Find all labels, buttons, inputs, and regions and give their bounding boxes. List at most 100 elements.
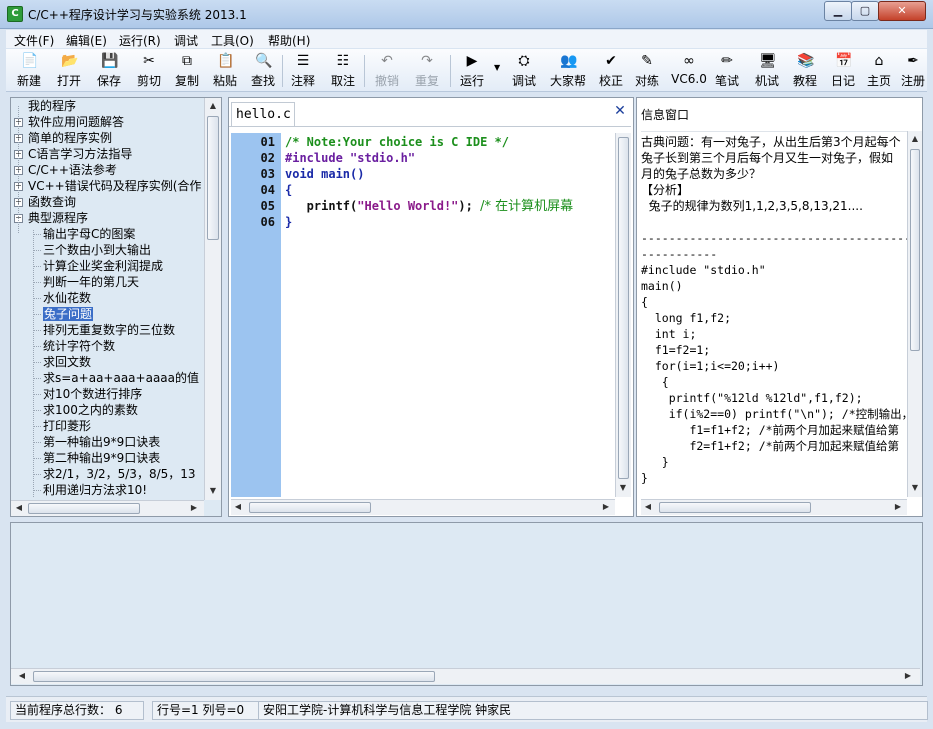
menu-edit[interactable]: 编辑(E)	[66, 32, 107, 49]
menu-help[interactable]: 帮助(H)	[268, 32, 310, 49]
tree-hscroll-thumb[interactable]	[28, 503, 140, 514]
scroll-left-arrow-icon[interactable]: ◀	[15, 669, 29, 683]
toolbar-people-button[interactable]: 👥 大家帮	[546, 50, 590, 90]
tree-connector	[34, 394, 42, 395]
undo-icon: ↶	[381, 53, 393, 69]
toolbar-pen-button[interactable]: ✏ 笔试	[712, 50, 742, 90]
close-tab-icon[interactable]: ✕	[613, 104, 627, 118]
tree-node-text: 第二种输出9*9口诀表	[43, 450, 160, 466]
editor-tab-hello[interactable]: hello.c	[231, 102, 295, 127]
tree-node-text: 对10个数进行排序	[43, 386, 142, 402]
toolbar-home-button[interactable]: ⌂ 主页	[864, 50, 894, 90]
tree-node-text: 简单的程序实例	[28, 130, 112, 146]
scroll-down-arrow-icon[interactable]: ▼	[206, 484, 220, 498]
status-total-lines: 当前程序总行数： 6	[10, 701, 144, 720]
toolbar-copy-button[interactable]: ⧉ 复制	[170, 50, 204, 90]
close-button[interactable]: ✕	[878, 1, 926, 21]
home-icon: ⌂	[874, 53, 884, 69]
scroll-right-arrow-icon[interactable]: ▶	[187, 501, 201, 515]
info-window-title: 信息窗口	[641, 108, 690, 122]
info-line: {	[641, 375, 669, 389]
tree-node-label: 求回文数	[43, 355, 92, 369]
scroll-left-arrow-icon[interactable]: ◀	[231, 500, 245, 514]
menu-debug[interactable]: 调试	[174, 32, 198, 49]
window-title: C/C++程序设计学习与实验系统 2013.1	[28, 8, 247, 22]
tree-horizontal-scrollbar[interactable]: ◀ ▶	[11, 500, 204, 516]
info-text[interactable]: 古典问题：有一对兔子，从出生后第3个月起每个 兔子长到第三个月后每个月又生一对兔子…	[641, 131, 911, 498]
tree-node-text: C/C++语法参考	[28, 162, 117, 178]
toolbar-check-button[interactable]: ✔ 校正	[596, 50, 626, 90]
toolbar-run-button[interactable]: ▶ 运行	[454, 50, 490, 90]
toolbar-open-folder-button[interactable]: 📂 打开	[52, 50, 86, 90]
editor-scroll-thumb[interactable]	[618, 137, 629, 479]
tree-node-label: 排列无重复数字的三位数	[43, 323, 176, 337]
toolbar-undo-button[interactable]: ↶ 撤销	[370, 50, 404, 90]
toolbar-practice-button[interactable]: ✎ 对练	[632, 50, 662, 90]
tree-connector	[34, 458, 42, 459]
code-line: }	[285, 215, 293, 229]
title-bar[interactable]: C C/C++程序设计学习与实验系统 2013.1 ▁ ▢ ✕	[0, 0, 933, 29]
menu-file[interactable]: 文件(F)	[14, 32, 54, 49]
tree-node-label: 求100之内的素数	[43, 403, 138, 417]
info-hscroll-thumb[interactable]	[659, 502, 811, 513]
output-horizontal-scrollbar[interactable]: ◀ ▶	[11, 668, 920, 684]
output-panel[interactable]: ◀ ▶	[10, 522, 923, 686]
line-number: 05	[260, 199, 275, 213]
output-hscroll-thumb[interactable]	[33, 671, 435, 682]
scroll-left-arrow-icon[interactable]: ◀	[641, 500, 655, 514]
run-dropdown-arrow-icon[interactable]: ▼	[494, 63, 500, 72]
toolbar-save-button[interactable]: 💾 保存	[92, 50, 126, 90]
tree-node-label: 函数查询	[28, 195, 77, 209]
toolbar-label: 对练	[634, 74, 659, 88]
paste-icon: 📋	[217, 53, 235, 69]
tree-node-text: C语言学习方法指导	[28, 146, 132, 162]
info-vertical-scrollbar[interactable]: ▲ ▼	[907, 131, 922, 497]
tree-connector	[34, 442, 42, 443]
tree-connector	[34, 298, 42, 299]
tree-node-label: 简单的程序实例	[28, 131, 113, 145]
editor-horizontal-scrollbar[interactable]: ◀ ▶	[231, 499, 615, 515]
toolbar-find-button[interactable]: 🔍 查找	[246, 50, 280, 90]
code-line: void main()	[285, 167, 365, 181]
toolbar-label: 校正	[598, 74, 623, 88]
toolbar-redo-button[interactable]: ↷ 重复	[410, 50, 444, 90]
scroll-right-arrow-icon[interactable]: ▶	[891, 500, 905, 514]
toolbar-debug-button[interactable]: ⛭ 调试	[506, 50, 542, 90]
info-scroll-thumb[interactable]	[910, 149, 920, 351]
toolbar-label: 调试	[511, 74, 536, 88]
toolbar-diary-button[interactable]: 📅 日记	[828, 50, 858, 90]
editor-hscroll-thumb[interactable]	[249, 502, 371, 513]
tree-connector	[34, 282, 42, 283]
tree-node-label: 典型源程序	[28, 211, 89, 225]
toolbar-new-file-button[interactable]: 📄 新建	[12, 50, 46, 90]
scroll-left-arrow-icon[interactable]: ◀	[12, 501, 26, 515]
scroll-right-arrow-icon[interactable]: ▶	[901, 669, 915, 683]
maximize-button[interactable]: ▢	[851, 1, 879, 21]
toolbar-books-button[interactable]: 📚 教程	[788, 50, 822, 90]
toolbar-cut-button[interactable]: ✂ 剪切	[132, 50, 166, 90]
toolbar-label: 撤销	[374, 74, 399, 88]
menu-tools[interactable]: 工具(O)	[211, 32, 254, 49]
menu-run[interactable]: 运行(R)	[119, 32, 161, 49]
tree-scroll-thumb[interactable]	[207, 116, 219, 240]
tree-vertical-scrollbar[interactable]: ▲ ▼	[204, 98, 221, 500]
info-line: f1=f1+f2; /*前两个月加起来赋值给第	[641, 423, 900, 437]
scroll-up-arrow-icon[interactable]: ▲	[908, 132, 922, 146]
toolbar-computer-button[interactable]: 🖥 机试	[750, 50, 784, 90]
toolbar-vc6-button[interactable]: ∞ VC6.0	[670, 50, 708, 90]
scroll-down-arrow-icon[interactable]: ▼	[616, 481, 630, 495]
scroll-down-arrow-icon[interactable]: ▼	[908, 481, 922, 495]
info-horizontal-scrollbar[interactable]: ◀ ▶	[641, 499, 907, 515]
toolbar-uncomment-button[interactable]: ☷ 取注	[326, 50, 360, 90]
scroll-up-arrow-icon[interactable]: ▲	[206, 99, 220, 113]
code-text-area[interactable]: /* Note:Your choice is C IDE */ #include…	[285, 133, 615, 497]
toolbar-register-button[interactable]: ✒ 注册	[900, 50, 926, 90]
toolbar-paste-button[interactable]: 📋 粘贴	[208, 50, 242, 90]
toolbar: 📄 新建 📂 打开 💾 保存 ✂ 剪切 ⧉ 复制 📋 粘贴 🔍 查找 ☰ 注释 ☷ 取注 ↶ 撤销 ↷ 重复 ▶ 运行 ⛭ 调试 👥…	[6, 49, 927, 92]
minimize-button[interactable]: ▁	[824, 1, 852, 21]
editor-vertical-scrollbar[interactable]: ▼	[615, 133, 631, 497]
toolbar-comment-button[interactable]: ☰ 注释	[286, 50, 320, 90]
scroll-right-arrow-icon[interactable]: ▶	[599, 500, 613, 514]
cut-icon: ✂	[143, 53, 155, 69]
tree-connector	[34, 234, 42, 235]
